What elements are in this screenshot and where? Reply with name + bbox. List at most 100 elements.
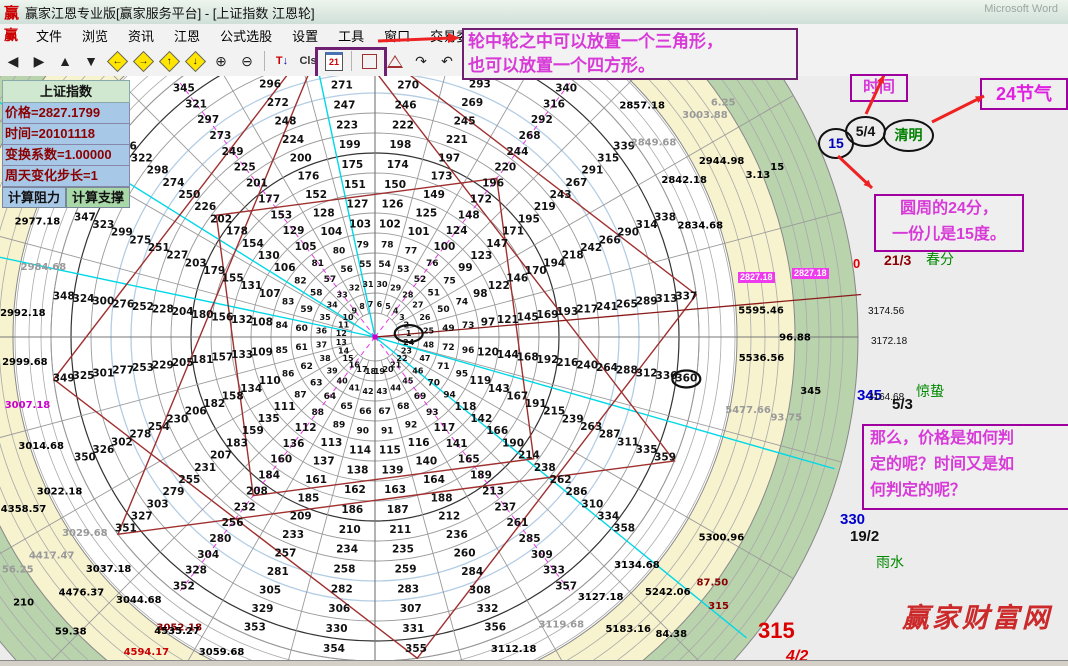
svg-text:63: 63 xyxy=(310,379,323,389)
svg-text:144: 144 xyxy=(497,349,519,361)
svg-text:172: 172 xyxy=(470,193,492,205)
svg-text:171: 171 xyxy=(502,226,524,238)
calc-resistance-button[interactable]: 计算阻力 xyxy=(2,187,66,208)
clear-icon[interactable]: Cls xyxy=(296,49,320,73)
svg-text:291: 291 xyxy=(581,165,603,177)
wheel-price-label: 5183.16 xyxy=(605,624,651,635)
menu-item-file[interactable]: 文件 xyxy=(26,24,72,47)
svg-text:284: 284 xyxy=(461,566,483,578)
wheel-note-callout: 轮中轮之中可以放置一个三角形， 也可以放置一个四方形。 xyxy=(462,28,798,80)
wheel-price-label: 3.13 xyxy=(746,170,771,181)
svg-text:281: 281 xyxy=(267,566,289,578)
svg-text:152: 152 xyxy=(305,189,327,201)
current-price-tag: 2827.18 xyxy=(792,268,829,279)
svg-text:195: 195 xyxy=(518,213,540,225)
window-title: 赢家江恩专业版[赢家服务平台] - [上证指数 江恩轮] xyxy=(25,3,315,22)
step-up-icon[interactable]: ▲ xyxy=(53,49,77,73)
triangle-tool-icon[interactable] xyxy=(383,49,407,73)
svg-text:262: 262 xyxy=(550,474,572,486)
calendar-icon[interactable]: 21 xyxy=(322,49,346,73)
svg-text:22: 22 xyxy=(396,354,407,363)
svg-text:29: 29 xyxy=(390,284,402,293)
wheel-price-label: 3059.68 xyxy=(199,647,245,658)
svg-text:68: 68 xyxy=(397,402,410,412)
svg-text:73: 73 xyxy=(462,321,475,331)
svg-text:5: 5 xyxy=(385,302,391,311)
coef-row: 变换系数=1.00000 xyxy=(2,145,130,166)
svg-text:74: 74 xyxy=(456,298,469,308)
side-label: 3164.68 xyxy=(868,392,904,403)
svg-text:168: 168 xyxy=(517,352,539,364)
wheel-price-label: 3029.68 xyxy=(62,528,108,539)
shift-up-diamond-icon[interactable]: ↑ xyxy=(157,49,181,73)
svg-text:309: 309 xyxy=(531,549,553,561)
svg-text:76: 76 xyxy=(426,259,439,269)
svg-text:112: 112 xyxy=(295,422,317,434)
svg-text:124: 124 xyxy=(446,225,468,237)
wheel-price-label: 2857.18 xyxy=(619,100,665,111)
zoom-out-icon[interactable]: ⊖ xyxy=(235,49,259,73)
svg-text:55: 55 xyxy=(359,260,372,270)
svg-text:192: 192 xyxy=(537,354,559,366)
shift-down-diamond-icon[interactable]: ↓ xyxy=(183,49,207,73)
app-logo-icon: 赢 xyxy=(4,2,19,23)
shift-right-diamond-icon[interactable]: → xyxy=(131,49,155,73)
menu-item-tools[interactable]: 工具 xyxy=(328,24,374,47)
menu-item-formula-stock-pick[interactable]: 公式选股 xyxy=(210,24,282,47)
svg-text:128: 128 xyxy=(313,208,335,220)
menu-item-browse[interactable]: 浏览 xyxy=(72,24,118,47)
step-down-icon[interactable]: ▼ xyxy=(79,49,103,73)
svg-text:219: 219 xyxy=(534,201,556,213)
page-prev-icon[interactable]: ◀ xyxy=(1,49,25,73)
svg-text:223: 223 xyxy=(336,119,358,131)
svg-text:297: 297 xyxy=(197,114,219,126)
wheel-price-label: 84.38 xyxy=(655,629,687,640)
svg-text:201: 201 xyxy=(246,178,268,190)
svg-text:255: 255 xyxy=(178,474,200,486)
svg-text:83: 83 xyxy=(282,298,295,308)
menu-item-window[interactable]: 窗口 xyxy=(374,24,420,47)
svg-text:139: 139 xyxy=(382,464,404,476)
calc-support-button[interactable]: 计算支撑 xyxy=(66,187,130,208)
svg-text:151: 151 xyxy=(344,179,366,191)
svg-text:127: 127 xyxy=(347,199,369,211)
svg-text:116: 116 xyxy=(408,437,430,449)
svg-text:118: 118 xyxy=(454,401,476,413)
svg-text:187: 187 xyxy=(387,504,409,516)
gann-wheel-chart[interactable]: 1234567891011121314151617181920212223242… xyxy=(0,76,1068,660)
svg-text:117: 117 xyxy=(433,422,455,434)
svg-text:185: 185 xyxy=(297,492,319,504)
svg-text:202: 202 xyxy=(210,213,232,225)
svg-text:108: 108 xyxy=(251,317,273,329)
square-tool-icon[interactable] xyxy=(357,49,381,73)
svg-text:60: 60 xyxy=(295,324,308,334)
shift-left-diamond-icon[interactable]: ← xyxy=(105,49,129,73)
wheel-price-label: 2849.68 xyxy=(631,137,677,148)
index-info-panel: 上证指数 价格=2827.1799 时间=20101118 变换系数=1.000… xyxy=(2,80,130,208)
svg-text:352: 352 xyxy=(173,581,195,593)
price-time-icon[interactable]: T↓ xyxy=(270,49,294,73)
time-row: 时间=20101118 xyxy=(2,124,130,145)
svg-text:310: 310 xyxy=(581,498,603,510)
svg-text:212: 212 xyxy=(438,511,460,523)
svg-text:345: 345 xyxy=(173,82,195,94)
page-next-icon[interactable]: ▶ xyxy=(27,49,51,73)
svg-text:132: 132 xyxy=(231,314,253,326)
rotate-ccw-icon[interactable]: ↶ xyxy=(435,49,459,73)
side-label: 春分 xyxy=(926,249,954,269)
svg-text:33: 33 xyxy=(337,291,348,300)
svg-text:246: 246 xyxy=(395,100,417,112)
rotate-cw-icon[interactable]: ↷ xyxy=(409,49,433,73)
svg-text:156: 156 xyxy=(211,311,233,323)
zoom-in-icon[interactable]: ⊕ xyxy=(209,49,233,73)
current-price-tag: 2827.18 xyxy=(738,272,775,283)
svg-text:66: 66 xyxy=(359,407,372,417)
menu-item-gann[interactable]: 江恩 xyxy=(164,24,210,47)
svg-text:95: 95 xyxy=(456,369,469,379)
svg-text:53: 53 xyxy=(397,265,410,275)
menu-item-news[interactable]: 资讯 xyxy=(118,24,164,47)
svg-text:26: 26 xyxy=(419,313,431,322)
svg-text:31: 31 xyxy=(362,280,374,289)
svg-text:64: 64 xyxy=(324,392,337,402)
menu-item-settings[interactable]: 设置 xyxy=(282,24,328,47)
